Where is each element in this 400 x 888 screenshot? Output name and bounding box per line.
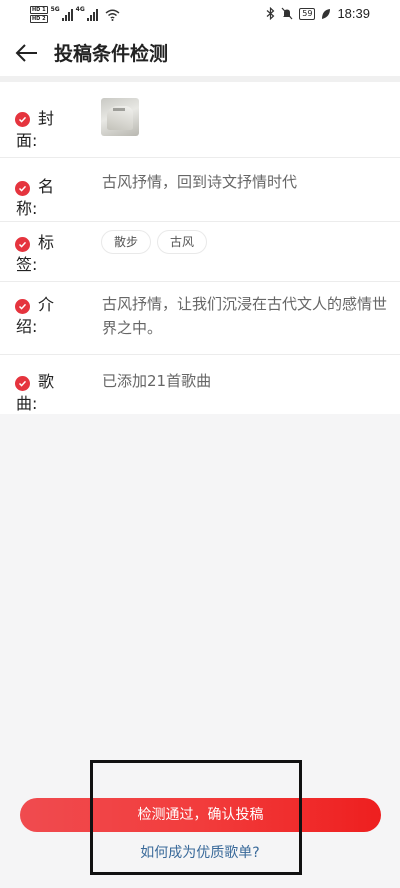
row-label: 封 面: [16,108,66,152]
cover-image[interactable] [101,98,139,136]
confirm-submit-button[interactable]: 检测通过，确认投稿 [20,798,381,832]
tag-chip[interactable]: 散步 [101,230,152,254]
row-songs: 歌 曲: 已添加21首歌曲 [0,355,400,414]
row-label: 标 签: [16,232,66,276]
check-list: 封 面: 名 称: 古风抒情，回到诗文抒情时代 标 签: 散步 古风 介 绍: … [0,82,400,414]
tag-chip[interactable]: 古风 [157,230,208,254]
row-intro: 介 绍: 古风抒情，让我们沉浸在古代文人的感情世界之中。 [0,282,400,355]
row-cover: 封 面: [0,82,400,158]
status-right-group: 59 18:39 [266,6,370,21]
hd-badges: HD 1 HD 2 [30,6,48,23]
signal-bars-icon [61,8,73,21]
arrow-left-icon [15,44,37,62]
row-label: 名 称: [16,176,66,220]
header: 投稿条件检测 [0,28,400,76]
playlist-name-value: 古风抒情，回到诗文抒情时代 [102,173,298,191]
page-title: 投稿条件检测 [54,43,169,65]
clock: 18:39 [337,6,370,21]
row-label: 歌 曲: [16,371,66,415]
network-type-1: 5G [50,6,60,13]
song-count-value: 已添加21首歌曲 [102,372,212,390]
signal-bars-icon [86,8,98,21]
back-button[interactable] [14,40,40,66]
network-type-2: 4G [75,6,85,13]
label-part-2: 称: [16,199,38,218]
playlist-intro-value: 古风抒情，让我们沉浸在古代文人的感情世界之中。 [102,295,388,337]
label-part-1: 名 [38,177,55,196]
status-bar: HD 1 HD 2 5G 4G 59 18:39 [0,0,400,28]
hd2-badge: HD 2 [30,15,48,23]
leaf-icon [322,8,331,19]
wifi-icon [105,9,120,21]
label-part-2: 绍: [16,317,38,336]
signal-group: HD 1 HD 2 5G 4G [30,6,120,23]
label-part-1: 封 [38,109,55,128]
hd1-badge: HD 1 [30,6,48,14]
label-part-2: 曲: [16,394,38,413]
label-part-1: 歌 [38,372,55,391]
quality-playlist-help-link[interactable]: 如何成为优质歌单? [0,842,400,862]
label-part-2: 面: [16,131,38,150]
bluetooth-icon [266,7,275,20]
row-label: 介 绍: [16,294,66,338]
label-part-2: 签: [16,255,38,274]
battery-indicator: 59 [299,7,316,20]
mute-bell-icon [281,7,293,20]
label-part-1: 标 [38,233,55,252]
label-part-1: 介 [38,295,55,314]
row-name: 名 称: 古风抒情，回到诗文抒情时代 [0,158,400,222]
